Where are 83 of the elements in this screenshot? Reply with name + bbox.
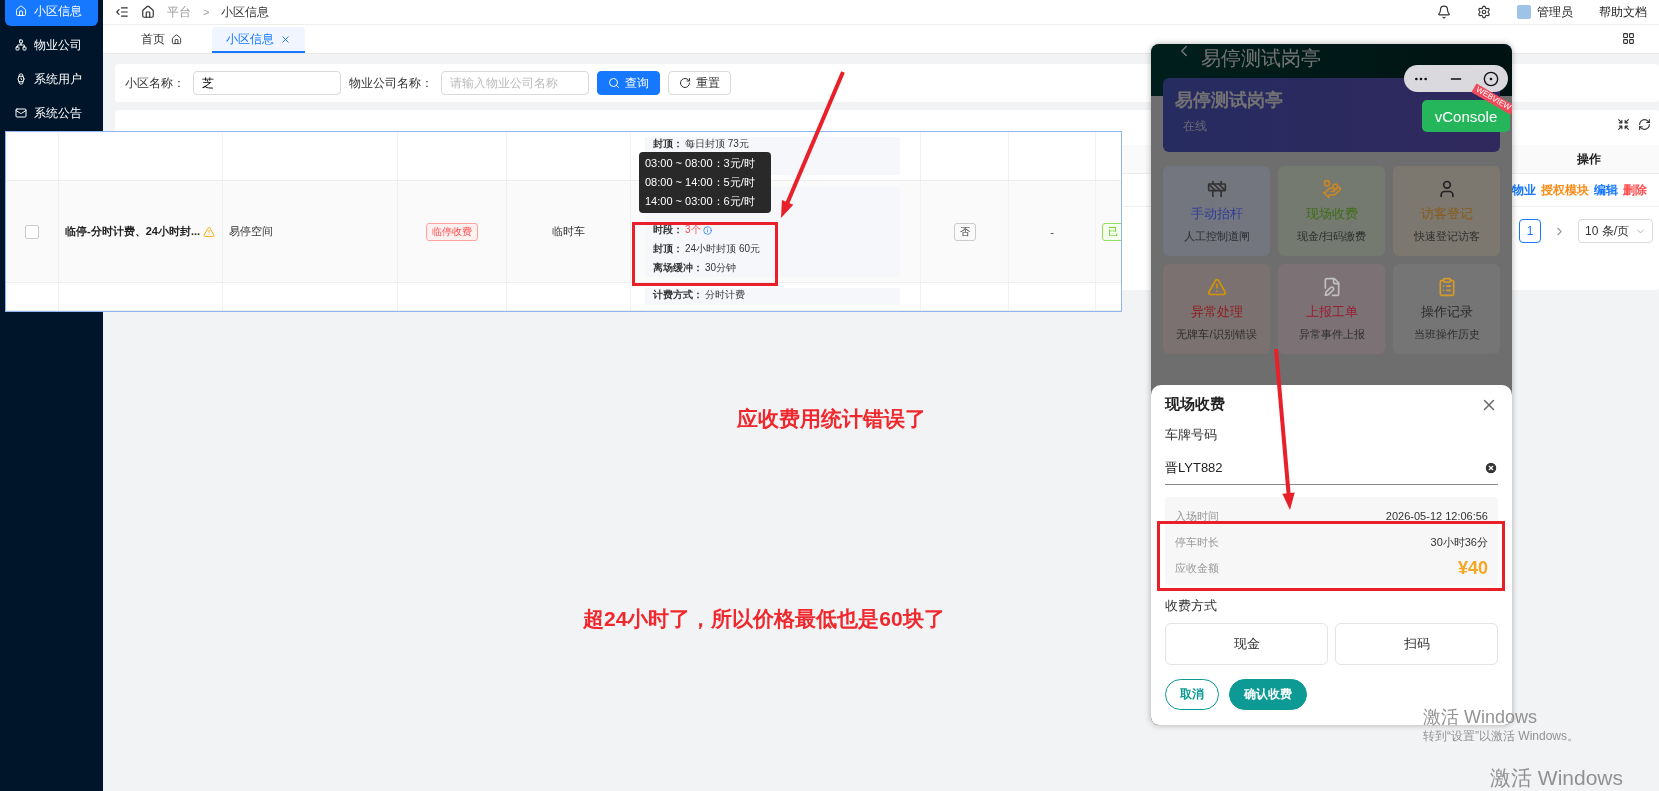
payment-option[interactable]: 现金 [1165,623,1328,665]
menu-icon [15,39,27,51]
sidebar-item[interactable]: 小区信息 [5,0,98,26]
annotation-text: 应收费用统计错误了 [737,406,926,432]
tab[interactable]: 小区信息 [212,27,305,53]
search-button[interactable]: 查询 [597,71,660,95]
rule-line: 封顶： 每日封顶 73元 [653,137,750,151]
tile-icon [1206,178,1227,199]
activation-title: 激活 Windows [1423,706,1538,729]
tooltip: 03:00 ~ 08:00：3元/时 08:00 ~ 14:00：5元/时 14:00 ~ 03:00：6元/时 [639,152,771,213]
annotation-text: 超24小时了，所以价格最低也是60块了 [583,606,945,632]
sidebar-item[interactable]: 物业公司 [5,30,98,60]
user-name[interactable]: 管理员 [1537,3,1573,21]
home-icon [171,33,182,45]
cancel-button[interactable]: 取消 [1165,679,1219,710]
clear-icon[interactable] [1484,461,1498,475]
feature-tile[interactable]: 现场收费 现金/扫码缴费 [1278,166,1385,256]
action-link[interactable]: 物业 [1512,181,1536,199]
info-value: ¥40 [1457,557,1488,579]
close-icon[interactable] [280,33,291,45]
info-value: 30小时36分 [1430,534,1488,550]
settings-icon[interactable] [1477,5,1491,19]
sidebar-item[interactable]: 系统用户 [5,64,98,94]
home-icon[interactable] [141,5,155,19]
menu-icon [15,5,27,17]
sidebar-item[interactable]: 系统公告 [5,98,98,128]
tile-icon [1321,178,1342,199]
feature-tile[interactable]: 访客登记 快速登记访客 [1393,166,1500,256]
info-value: 2026-05-12 12:06:56 [1385,510,1488,522]
table-cell: 临时车 [552,224,585,240]
info-label: 应收金额 [1175,560,1219,576]
tag: 已 [1102,222,1121,241]
phone-title: 易停测试岗亭 [1201,46,1321,70]
collapse-icon[interactable] [1617,118,1630,131]
rule-line: 离场缓冲： 30分钟 [653,261,738,276]
input-field[interactable]: 请输入物业公司名称 [441,71,589,95]
info-label: 入场时间 [1175,508,1219,524]
info-label: 停车时长 [1175,534,1219,550]
menu-icon [15,107,27,119]
rule-line: 封顶： 24小时封顶 60元 [653,242,762,257]
grid-icon[interactable] [1622,32,1635,45]
menu-icon [15,73,27,85]
refresh-icon [679,77,691,89]
confirm-button[interactable]: 确认收费 [1229,679,1307,710]
refresh-icon[interactable] [1638,118,1651,131]
tag: 临停收费 [426,222,478,241]
feature-tile[interactable]: 操作记录 当班操作历史 [1393,264,1500,354]
info-icon[interactable] [702,225,712,235]
tile-icon [1206,276,1227,297]
breadcrumb-item[interactable]: 平台 [167,3,191,21]
checkbox[interactable] [25,224,39,239]
rule-name: 临停-分时计费、24小时封... [65,224,201,240]
tag: 否 [953,222,976,241]
close-target-icon[interactable] [1482,70,1499,87]
field-label: 车牌号码 [1165,426,1218,444]
feature-tile[interactable]: 异常处理 无牌车/识别错误 [1163,264,1270,354]
menu-fold-icon[interactable] [115,5,129,19]
input-field[interactable]: 芝 [193,71,341,95]
page-button[interactable]: 1 [1519,219,1541,243]
field-label: 小区名称： [125,74,185,92]
bell-icon[interactable] [1437,5,1451,19]
breadcrumb-item[interactable]: 小区信息 [221,3,270,21]
field-label: 物业公司名称： [349,74,433,92]
action-link[interactable]: 删除 [1623,181,1647,199]
column-header: 操作 [1576,150,1602,168]
payment-option[interactable]: 扫码 [1335,623,1498,665]
reset-button[interactable]: 重置 [668,71,731,95]
activation-title: 激活 Windows [1490,765,1624,791]
page-size-select[interactable]: 10 条/页 [1578,219,1653,243]
field-label: 收费方式 [1165,597,1218,615]
activation-hint: 转到“设置”以激活 Windows。 [1423,728,1579,745]
dialog-title: 现场收费 [1165,395,1225,414]
feature-tile[interactable]: 手动抬杆 人工控制道闸 [1163,166,1270,256]
table-cell: 易停空间 [229,224,273,240]
search-icon [608,77,620,89]
action-link[interactable]: 编辑 [1594,181,1618,199]
feature-tile[interactable]: 上报工单 异常事件上报 [1278,264,1385,354]
help-link[interactable]: 帮助文档 [1599,3,1647,21]
rule-line: 计费方式： 分时计费 [653,288,746,303]
breadcrumb-separator: > [203,6,210,18]
action-link[interactable]: 授权模块 [1541,181,1589,199]
table-cell: - [1050,225,1054,238]
tab[interactable]: 首页 [127,27,196,53]
